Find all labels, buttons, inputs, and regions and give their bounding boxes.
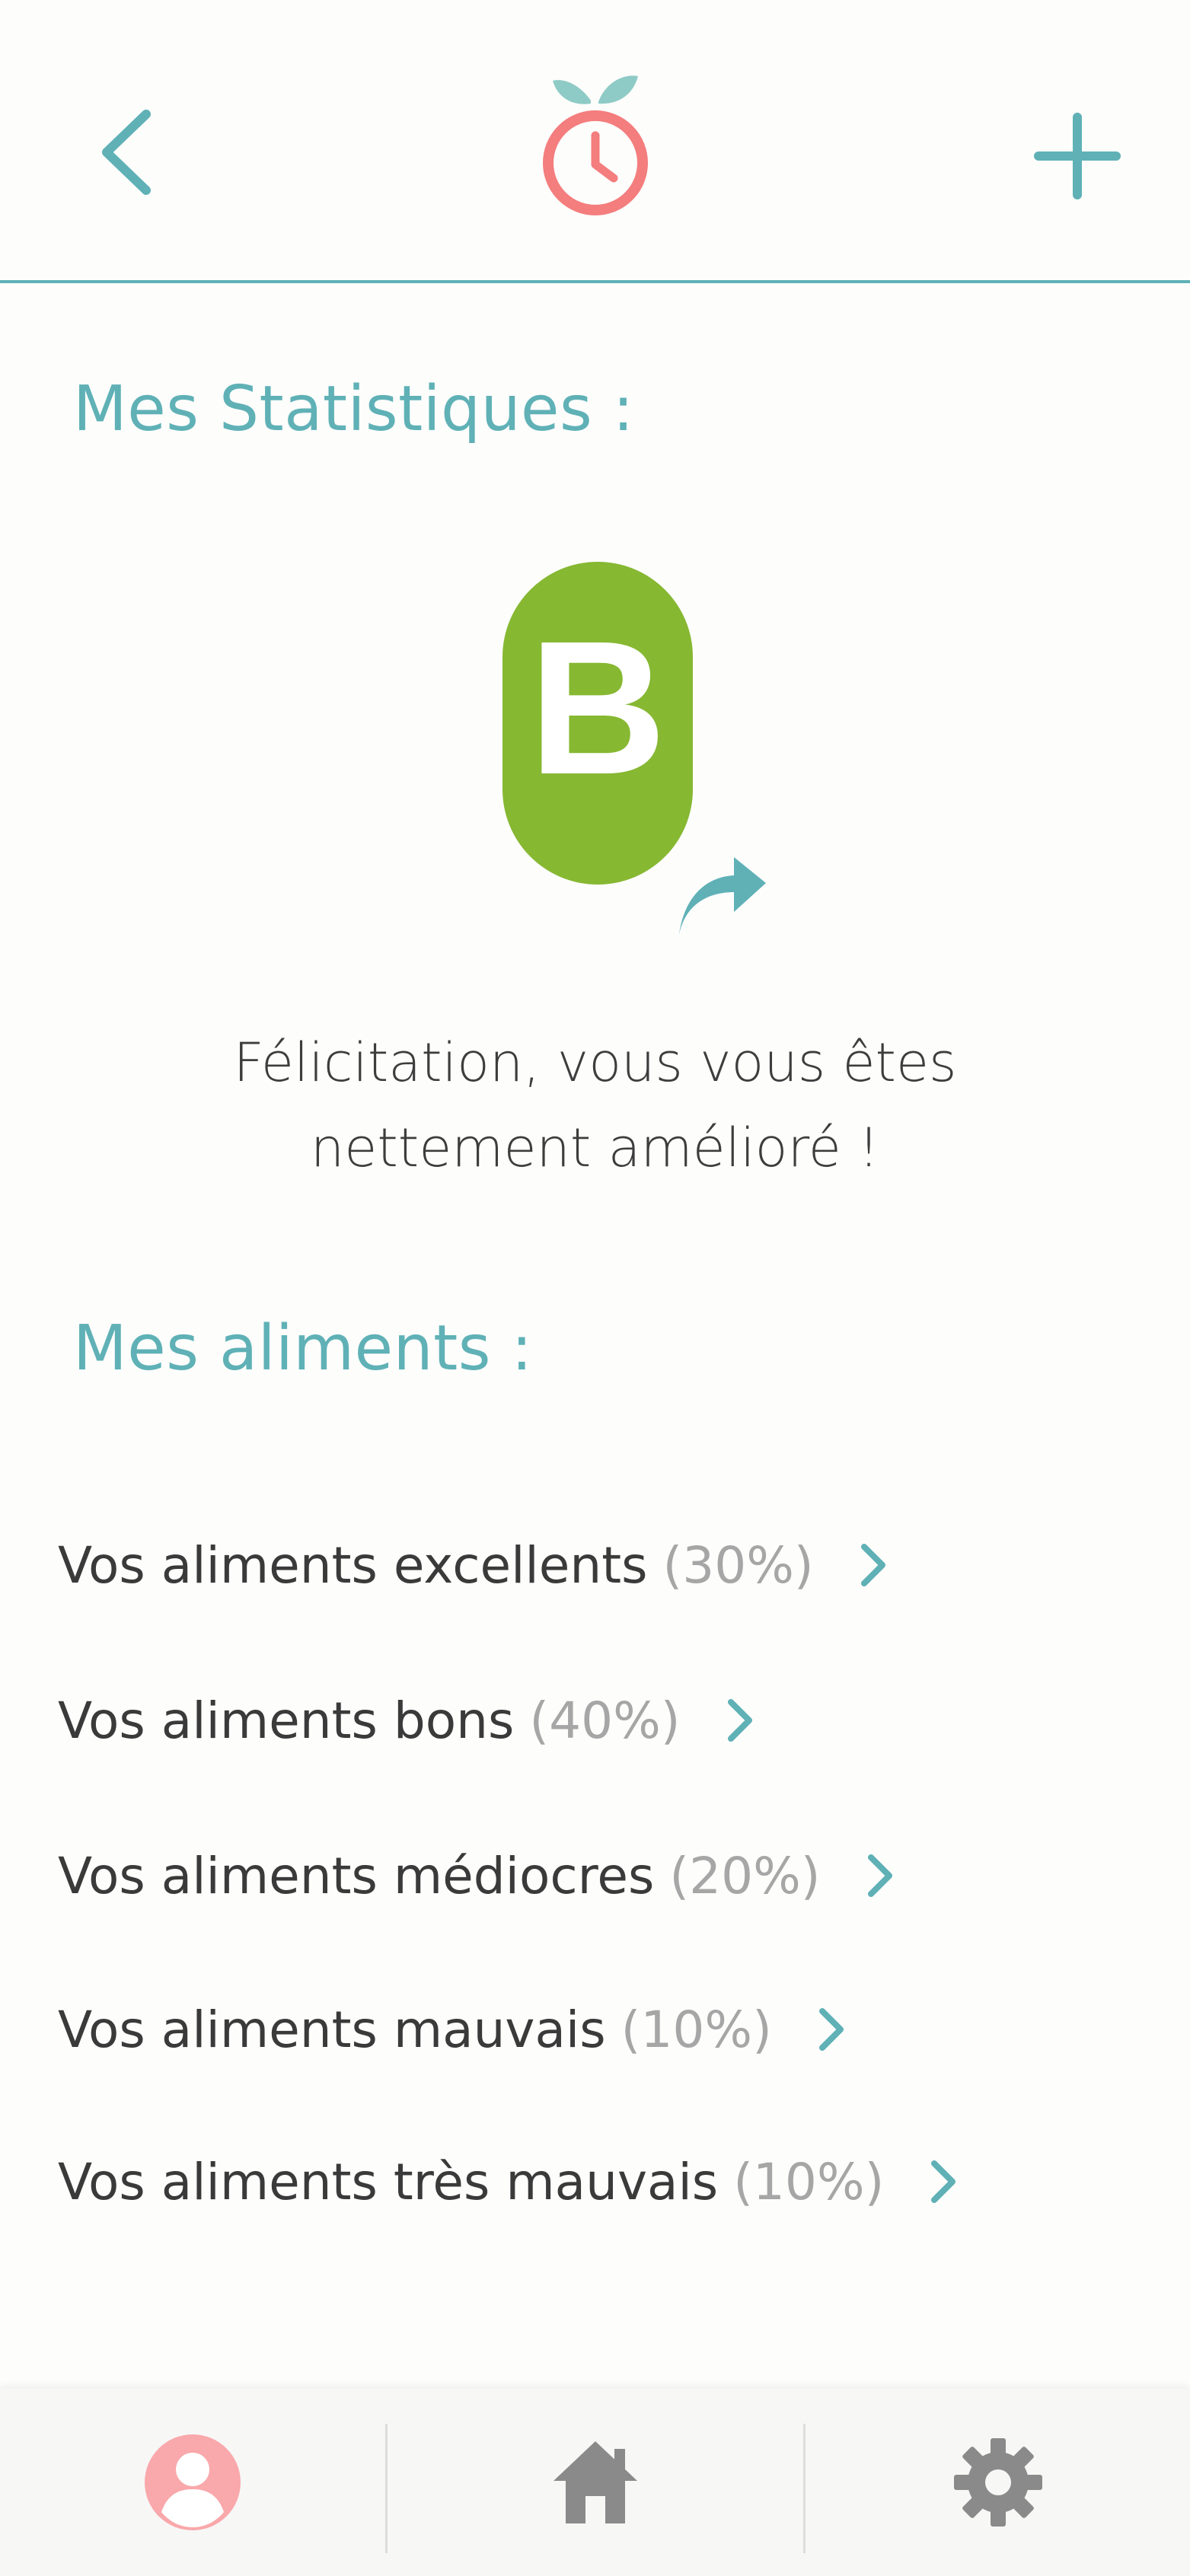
chevron-right-icon <box>818 2008 844 2051</box>
app-header <box>0 0 1190 283</box>
food-category-label: Vos aliments bons <box>58 1691 515 1750</box>
congrats-message: Félicitation, vous vous êtes nettement a… <box>0 1020 1190 1191</box>
congrats-message-line2: nettement amélioré ! <box>310 1117 880 1179</box>
apple-clock-logo-icon <box>543 75 648 215</box>
food-category-percent: (10%) <box>733 2152 885 2211</box>
grade-letter: B <box>529 601 667 814</box>
congrats-message-line1: Félicitation, vous vous êtes <box>233 1031 957 1094</box>
app-logo <box>534 64 656 224</box>
stats-section-title: Mes Statistiques : <box>73 373 634 445</box>
tab-home[interactable] <box>388 2389 803 2576</box>
settings-gear-icon <box>953 2438 1042 2527</box>
food-category-good[interactable]: Vos aliments bons (40%) <box>58 1675 757 1766</box>
chevron-left-icon <box>102 110 151 195</box>
add-button[interactable] <box>1028 107 1127 206</box>
chevron-right-icon <box>867 1854 892 1897</box>
aliments-section-title: Mes aliments : <box>73 1312 533 1385</box>
food-category-mediocre[interactable]: Vos aliments médiocres (20%) <box>58 1830 897 1921</box>
tab-settings[interactable] <box>806 2389 1190 2576</box>
tab-profile[interactable] <box>0 2389 385 2576</box>
food-category-bad[interactable]: Vos aliments mauvais (10%) <box>58 1984 848 2075</box>
bottom-tab-bar <box>0 2389 1190 2576</box>
share-button[interactable] <box>675 857 769 939</box>
food-category-excellent[interactable]: Vos aliments excellents (30%) <box>58 1519 890 1611</box>
food-category-label: Vos aliments mauvais <box>58 2000 606 2059</box>
chevron-right-icon <box>931 2160 956 2203</box>
chevron-right-icon <box>727 1699 752 1742</box>
food-category-very-bad[interactable]: Vos aliments très mauvais (10%) <box>58 2136 960 2227</box>
food-category-label: Vos aliments très mauvais <box>58 2152 719 2211</box>
share-arrow-icon <box>679 857 766 935</box>
chevron-right-icon <box>860 1544 885 1586</box>
food-category-percent: (30%) <box>662 1535 814 1595</box>
plus-icon <box>1034 113 1121 199</box>
food-category-label: Vos aliments excellents <box>58 1535 648 1595</box>
home-icon <box>554 2441 637 2523</box>
food-category-percent: (10%) <box>621 2000 772 2059</box>
profile-icon <box>145 2434 241 2530</box>
back-button[interactable] <box>84 99 167 206</box>
food-category-percent: (20%) <box>669 1846 821 1905</box>
food-category-label: Vos aliments médiocres <box>58 1846 655 1905</box>
food-category-percent: (40%) <box>529 1691 681 1750</box>
nutri-grade-badge: B <box>502 562 693 885</box>
